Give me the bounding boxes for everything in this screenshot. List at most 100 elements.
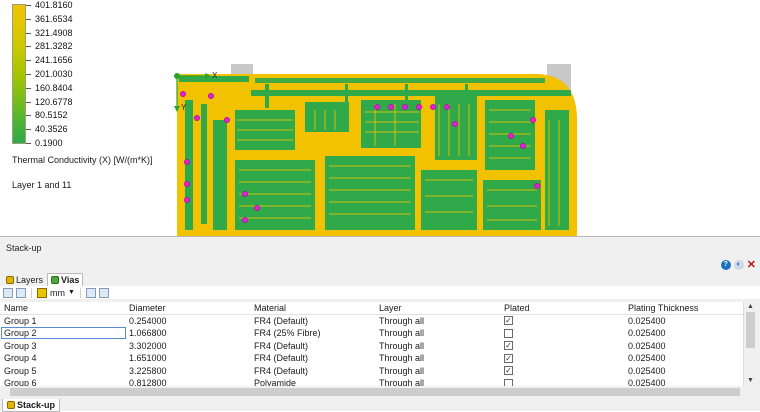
axis-x-label: X — [212, 71, 218, 80]
toolbar-divider — [79, 287, 81, 298]
axis-y-label: Y — [181, 103, 187, 112]
column-header[interactable]: Plating Thickness — [628, 303, 698, 313]
scroll-thumb[interactable] — [746, 312, 755, 348]
legend-tick — [26, 60, 31, 62]
vias-table: Name Diameter Material Layer Plated Plat… — [0, 302, 743, 388]
tab-layers-label: Layers — [16, 274, 44, 285]
legend-color-bar — [12, 4, 26, 144]
chevron-down-icon[interactable]: ▼ — [68, 289, 75, 296]
legend-tick-label: 201.0030 — [35, 69, 73, 79]
scroll-up-icon[interactable]: ▲ — [744, 302, 757, 312]
color-legend: 401.8160 361.6534 321.4908 281.3282 241.1656… — [0, 0, 170, 200]
cell-material[interactable]: FR4 (Default) — [254, 316, 308, 326]
close-icon[interactable]: ✕ — [747, 260, 756, 271]
cell-diameter[interactable]: 3.225800 — [129, 366, 167, 376]
import-button[interactable] — [98, 287, 109, 298]
cell-layer[interactable]: Through all — [379, 328, 424, 338]
cell-layer[interactable]: Through all — [379, 353, 424, 363]
legend-tick — [26, 129, 31, 131]
cell-diameter[interactable]: 3.302000 — [129, 341, 167, 351]
legend-title: Thermal Conductivity (X) [W/(m*K)] — [12, 155, 153, 165]
plated-checkbox[interactable]: ✓ — [504, 316, 513, 326]
vias-icon — [51, 276, 60, 284]
plated-checkbox[interactable]: ✓ — [504, 353, 513, 363]
legend-tick — [26, 32, 31, 34]
legend-tick — [26, 74, 31, 75]
cell-diameter[interactable]: 1.066800 — [129, 328, 167, 338]
cell-layer[interactable]: Through all — [379, 366, 424, 376]
table-row[interactable]: Group 4 1.651000 FR4 (Default) Through all ✓… — [0, 352, 743, 365]
legend-tick-label: 401.8160 — [35, 0, 73, 10]
table-row[interactable]: Group 2 1.066800 FR4 (25% Fibre) Through al… — [0, 327, 743, 340]
cell-diameter[interactable]: 1.651000 — [129, 353, 167, 363]
table-row[interactable]: Group 3 3.302000 FR4 (Default) Through all ✓… — [0, 340, 743, 353]
cell-material[interactable]: FR4 (Default) — [254, 341, 308, 351]
grid-view-button[interactable] — [3, 287, 13, 298]
legend-tick-label: 120.6778 — [35, 96, 73, 107]
cell-layer[interactable]: Through all — [379, 316, 424, 326]
column-header[interactable]: Layer — [379, 303, 402, 313]
toolbar-divider — [31, 287, 32, 298]
legend-tick — [26, 18, 31, 20]
scroll-thumb[interactable] — [10, 388, 740, 396]
table-row[interactable]: Group 1 0.254000 FR4 (Default) Through all ✓… — [0, 315, 743, 328]
cell-diameter[interactable]: 0.254000 — [129, 316, 167, 326]
cell-thickness[interactable]: 0.025400 — [628, 366, 666, 376]
tab-vias[interactable]: Vias — [47, 273, 84, 286]
pin-icon[interactable]: ◐ — [733, 260, 744, 270]
tab-layers[interactable]: Layers — [2, 273, 47, 286]
cell-name[interactable]: Group 4 — [4, 353, 37, 363]
plated-checkbox[interactable]: ✓ — [504, 341, 513, 351]
ruler-icon — [37, 287, 47, 298]
plated-checkbox[interactable] — [504, 328, 513, 338]
export-button[interactable] — [85, 287, 96, 298]
cell-layer[interactable]: Through all — [379, 341, 424, 351]
cell-thickness[interactable]: 0.025400 — [628, 328, 666, 338]
cell-material[interactable]: FR4 (25% Fibre) — [254, 328, 321, 338]
cell-name[interactable]: Group 1 — [4, 316, 37, 326]
legend-tick-label: 40.3526 — [35, 124, 68, 135]
legend-tick — [26, 101, 31, 103]
tab-vias-label: Vias — [61, 275, 80, 285]
help-icon[interactable]: ? — [720, 260, 731, 270]
unit-select[interactable]: mm — [50, 288, 65, 298]
group-button[interactable] — [16, 287, 26, 298]
legend-tick-label: 0.1900 — [35, 138, 63, 148]
cell-name[interactable]: Group 3 — [4, 341, 37, 351]
cell-material[interactable]: FR4 (Default) — [254, 353, 308, 363]
column-header[interactable]: Diameter — [129, 303, 166, 313]
stackup-panel: Stack-up ? ◐ ✕ Layers Vias mm ▼ Name Dia… — [0, 236, 760, 412]
panel-title: Stack-up — [6, 243, 42, 253]
legend-tick-label: 281.3282 — [35, 41, 73, 52]
vertical-scrollbar[interactable]: ▲ ▼ — [743, 302, 756, 386]
legend-tick-label: 160.8404 — [35, 82, 73, 93]
legend-tick-label: 241.1656 — [35, 55, 73, 66]
layers-icon — [6, 275, 14, 284]
panel-tabs: Layers Vias — [2, 273, 84, 286]
legend-tick-label: 361.6534 — [35, 13, 73, 24]
pcb-board-view[interactable]: X Y — [165, 60, 585, 236]
cell-thickness[interactable]: 0.025400 — [628, 353, 666, 363]
cell-material[interactable]: FR4 (Default) — [254, 366, 308, 376]
grid-toolbar: mm ▼ — [0, 286, 760, 299]
scroll-down-icon[interactable]: ▼ — [744, 376, 757, 386]
column-header[interactable]: Plated — [504, 303, 530, 313]
plated-checkbox[interactable]: ✓ — [504, 366, 513, 376]
legend-tick — [26, 143, 31, 144]
legend-layer-label: Layer 1 and 11 — [12, 180, 72, 190]
cell-thickness[interactable]: 0.025400 — [628, 341, 666, 351]
tab-stackup[interactable]: Stack-up — [2, 399, 61, 412]
column-header[interactable]: Material — [254, 303, 286, 313]
legend-tick-label: 80.5152 — [35, 110, 68, 121]
column-header[interactable]: Name — [4, 303, 28, 313]
table-row[interactable]: Group 5 3.225800 FR4 (Default) Through all ✓… — [0, 365, 743, 378]
cell-selection-outline — [1, 327, 126, 340]
stackup-icon — [7, 401, 15, 409]
legend-tick-label: 321.4908 — [35, 27, 73, 38]
legend-tick — [26, 5, 31, 6]
cell-name[interactable]: Group 5 — [4, 366, 37, 376]
legend-tick — [26, 87, 31, 89]
horizontal-scrollbar[interactable] — [0, 386, 743, 398]
tab-stackup-label: Stack-up — [17, 400, 56, 410]
cell-thickness[interactable]: 0.025400 — [628, 316, 666, 326]
